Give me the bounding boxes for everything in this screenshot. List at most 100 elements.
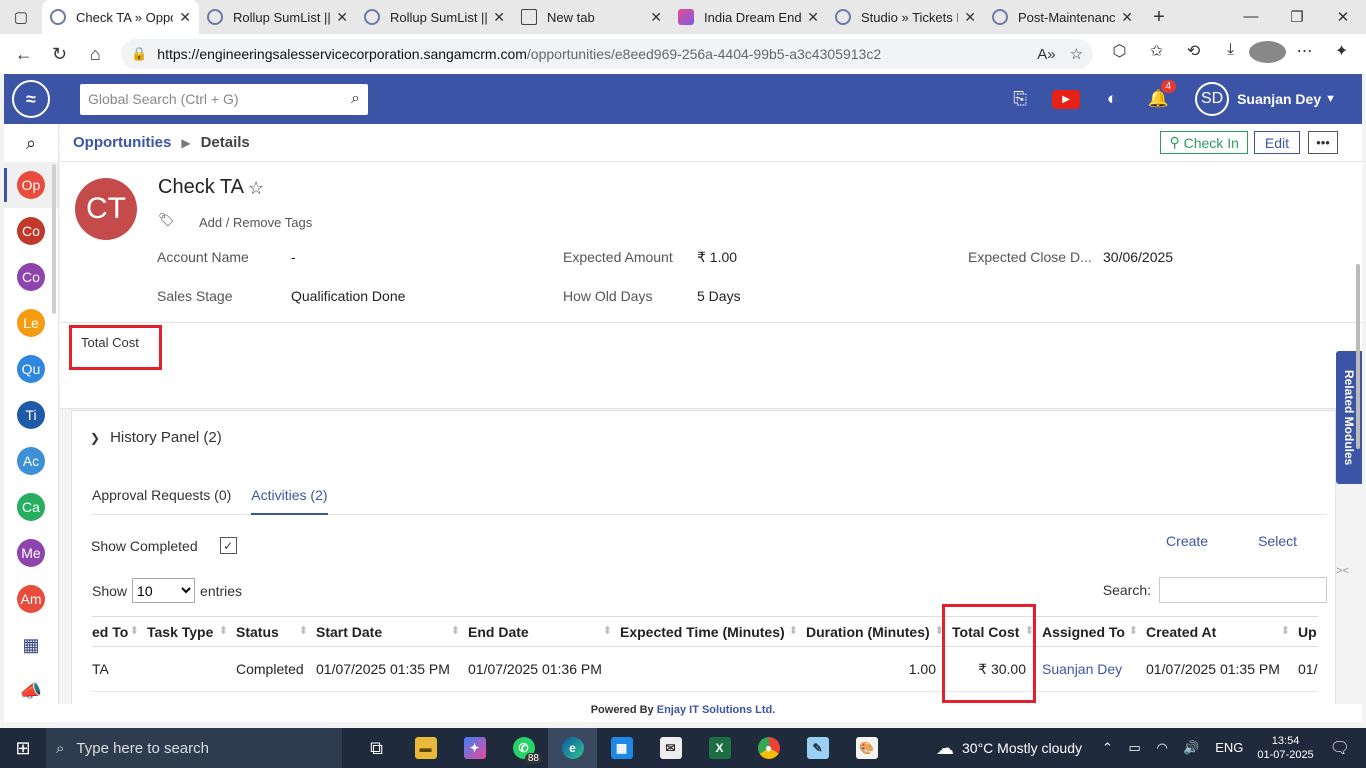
col-status[interactable]: Status xyxy=(232,624,312,640)
browser-tab-3[interactable]: New tab ✕ xyxy=(513,0,670,34)
notepad-icon[interactable]: ✎ xyxy=(793,728,842,768)
app-logo[interactable]: ≈ xyxy=(4,80,58,118)
file-explorer-icon[interactable]: ▬ xyxy=(401,728,450,768)
refresh-icon[interactable]: ↻ xyxy=(42,38,78,70)
col-created-at[interactable]: Created At xyxy=(1142,624,1294,640)
search-icon[interactable]: ⌕ xyxy=(351,90,360,108)
weather-widget[interactable]: ☁ 30°C Mostly cloudy xyxy=(936,738,1082,759)
youtube-icon[interactable]: ▶ xyxy=(1043,89,1089,109)
favorite-star-icon[interactable]: ☆ xyxy=(1070,45,1083,63)
edge-icon[interactable]: e xyxy=(548,728,597,768)
downloads-icon[interactable]: ⤓ xyxy=(1212,41,1249,68)
col-expected-time[interactable]: Expected Time (Minutes) xyxy=(616,624,802,640)
col-assigned-to[interactable]: Assigned To xyxy=(1038,624,1142,640)
show-completed-checkbox[interactable]: ✓ xyxy=(219,537,237,554)
col-updated-at[interactable]: Up xyxy=(1294,624,1318,640)
settings-more-icon[interactable]: ⋯ xyxy=(1286,41,1323,68)
close-tab-icon[interactable]: ✕ xyxy=(807,9,819,26)
global-search-input[interactable] xyxy=(88,91,352,107)
excel-icon[interactable]: X xyxy=(695,728,744,768)
volume-icon[interactable]: 🔊 xyxy=(1183,740,1199,755)
task-view-icon[interactable]: ⧉ xyxy=(352,728,401,768)
close-tab-icon[interactable]: ✕ xyxy=(179,9,191,26)
sidebar-item-opportunities[interactable]: Op xyxy=(4,162,58,208)
store-icon[interactable]: ▦ xyxy=(597,728,646,768)
sidebar-item-companies[interactable]: Co xyxy=(4,254,58,300)
url-field[interactable]: 🔒 https://engineeringsalesservicecorpora… xyxy=(121,39,1094,69)
browser-tab-5[interactable]: Studio » Tickets F ✕ xyxy=(827,0,984,34)
site-info-icon[interactable]: 🔒 xyxy=(131,46,147,62)
browser-tab-2[interactable]: Rollup SumList || S ✕ xyxy=(356,0,513,34)
close-tab-icon[interactable]: ✕ xyxy=(493,9,505,26)
sidebar-item-campaigns[interactable]: Ca xyxy=(4,484,58,530)
browser-tab-0[interactable]: Check TA » Oppor ✕ xyxy=(42,0,199,34)
language-indicator[interactable]: ENG xyxy=(1215,740,1243,755)
close-window-icon[interactable]: ✕ xyxy=(1320,8,1366,26)
globe-icon[interactable]: ◐ xyxy=(1089,89,1135,109)
col-end-date[interactable]: End Date xyxy=(464,624,616,640)
sidebar-item-meetings[interactable]: Me xyxy=(4,530,58,576)
footer-brand-link[interactable]: Enjay IT Solutions Ltd. xyxy=(657,704,776,716)
add-remove-tags-link[interactable]: Add / Remove Tags xyxy=(199,215,312,230)
windows-start-icon[interactable]: ⊞ xyxy=(0,738,46,759)
breadcrumb-opportunities[interactable]: Opportunities xyxy=(73,134,171,151)
profile-icon[interactable] xyxy=(1249,40,1287,68)
edit-button[interactable]: Edit xyxy=(1253,131,1300,154)
close-tab-icon[interactable]: ✕ xyxy=(650,9,662,26)
page-size-select[interactable]: 10 xyxy=(132,578,196,603)
home-icon[interactable]: ⌂ xyxy=(77,38,113,70)
restore-icon[interactable]: ❐ xyxy=(1274,8,1320,26)
table-row[interactable]: TA Completed 01/07/2025 01:35 PM 01/07/2… xyxy=(92,647,1318,692)
close-tab-icon[interactable]: ✕ xyxy=(964,9,976,26)
sidebar-item-activities[interactable]: Ac xyxy=(4,438,58,484)
check-in-button[interactable]: ⚲ Check In xyxy=(1160,131,1248,154)
sidebar-item-amc[interactable]: Am xyxy=(4,576,58,622)
whatsapp-icon[interactable]: ✆ 88 xyxy=(499,728,548,768)
table-search-input[interactable] xyxy=(1159,577,1327,603)
history-icon[interactable]: ⟲ xyxy=(1175,41,1212,68)
back-icon[interactable]: ← xyxy=(6,38,42,70)
sidebar-item-more[interactable]: ▦ xyxy=(4,622,58,668)
sidebar-search-icon[interactable]: ⌕ xyxy=(4,124,58,162)
new-tab-button[interactable]: + xyxy=(1141,6,1177,29)
main-scrollbar[interactable] xyxy=(1356,264,1360,449)
browser-tab-6[interactable]: Post-Maintenance ✕ xyxy=(984,0,1141,34)
bell-icon[interactable]: 🔔 4 xyxy=(1135,80,1181,109)
mail-icon[interactable]: ✉ xyxy=(646,728,695,768)
chevron-up-icon[interactable]: ⌃ xyxy=(1102,740,1113,755)
col-duration[interactable]: Duration (Minutes) xyxy=(802,624,948,640)
more-actions-button[interactable]: ••• xyxy=(1308,131,1338,154)
sidebar-item-contacts[interactable]: Co xyxy=(4,208,58,254)
search-document-icon[interactable]: ⎘ xyxy=(997,89,1043,109)
browser-tab-1[interactable]: Rollup SumList || S ✕ xyxy=(199,0,356,34)
history-panel-toggle[interactable]: ❯ History Panel (2) xyxy=(90,429,222,446)
select-link[interactable]: Select xyxy=(1258,533,1297,549)
paint-icon[interactable]: 🎨 xyxy=(842,728,891,768)
col-related-to[interactable]: ed To xyxy=(92,624,143,640)
collapse-icon[interactable]: >< xyxy=(1336,565,1349,577)
notification-center-icon[interactable]: 🗨 xyxy=(1330,738,1350,758)
copilot-icon[interactable]: ✦ xyxy=(1323,41,1360,68)
user-menu[interactable]: SD Suanjan Dey ▼ xyxy=(1195,82,1362,116)
battery-icon[interactable]: ▭ xyxy=(1129,740,1141,755)
browser-tab-4[interactable]: India Dream Ends ✕ xyxy=(670,0,827,34)
col-task-type[interactable]: Task Type xyxy=(143,624,232,640)
wifi-icon[interactable]: ◠ xyxy=(1156,740,1167,755)
close-tab-icon[interactable]: ✕ xyxy=(1121,9,1133,26)
chrome-icon[interactable]: ● xyxy=(744,728,793,768)
col-start-date[interactable]: Start Date xyxy=(312,624,464,640)
tab-activities[interactable]: Activities (2) xyxy=(251,483,328,515)
sidebar-item-leads[interactable]: Le xyxy=(4,300,58,346)
favorites-icon[interactable]: ✩ xyxy=(1138,41,1175,68)
sidebar-scrollbar[interactable] xyxy=(52,164,56,314)
star-icon[interactable]: ☆ xyxy=(248,178,264,199)
minimize-icon[interactable]: — xyxy=(1228,8,1274,26)
tab-actions-icon[interactable]: ▢ xyxy=(0,0,42,34)
close-tab-icon[interactable]: ✕ xyxy=(336,9,348,26)
sidebar-item-tickets[interactable]: Ti xyxy=(4,392,58,438)
tab-approval-requests[interactable]: Approval Requests (0) xyxy=(92,483,231,515)
taskbar-search[interactable]: ⌕ Type here to search xyxy=(46,728,342,768)
sidebar-item-quotes[interactable]: Qu xyxy=(4,346,58,392)
read-aloud-icon[interactable]: A» xyxy=(1037,46,1055,63)
extensions-icon[interactable]: ⬡ xyxy=(1101,41,1138,68)
